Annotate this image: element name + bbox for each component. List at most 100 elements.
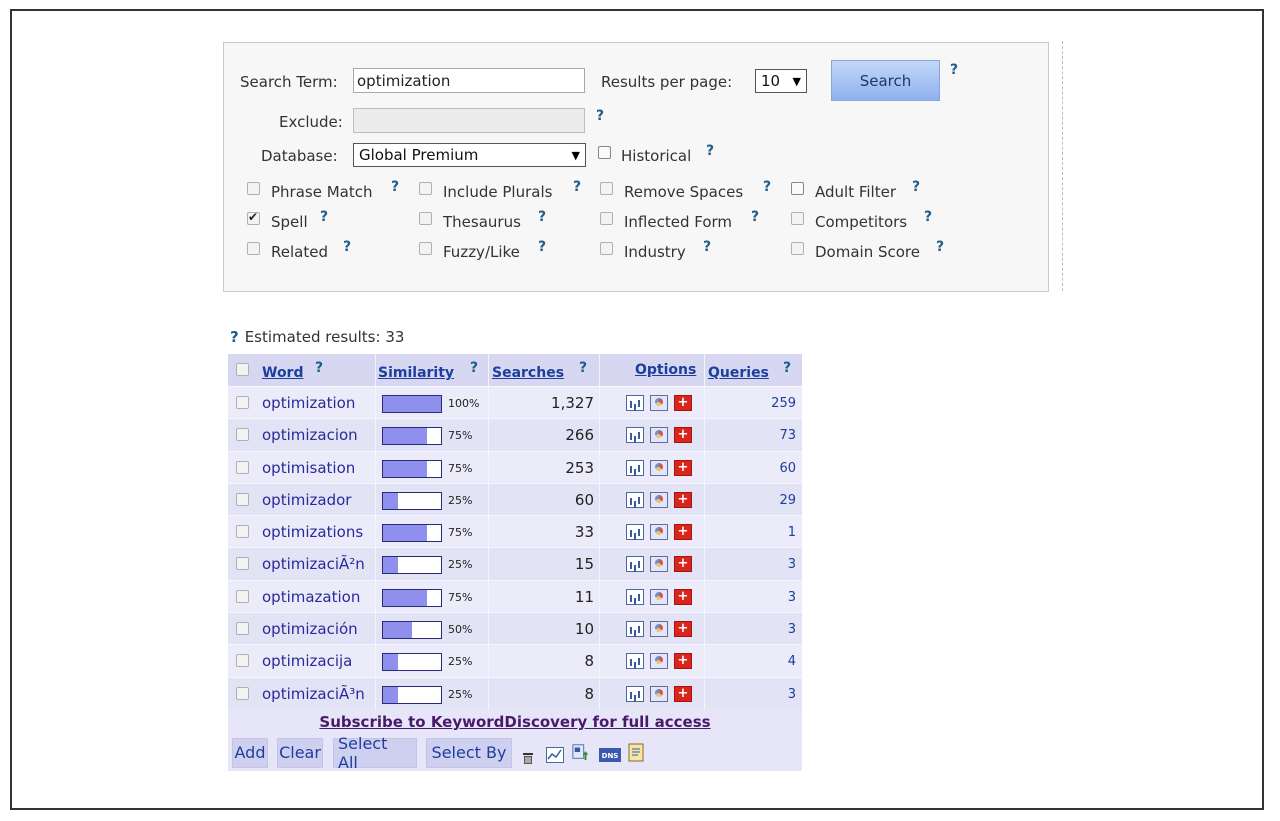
add-keyword-icon[interactable]: + [674, 621, 692, 638]
subscribe-link[interactable]: Subscribe to KeywordDiscovery for full a… [319, 713, 710, 731]
pie-chart-icon[interactable] [650, 685, 668, 702]
competitors-checkbox[interactable] [791, 212, 804, 225]
keyword-link[interactable]: optimization [262, 394, 355, 412]
results-per-page-select[interactable]: 10 ▼ [755, 69, 807, 93]
export-icon[interactable] [572, 741, 590, 763]
row-checkbox[interactable] [236, 654, 249, 668]
options-column-header[interactable]: Options [635, 362, 696, 378]
add-keyword-icon[interactable]: + [674, 427, 692, 444]
pie-chart-icon[interactable] [650, 395, 668, 411]
search-help-icon[interactable]: ? [950, 62, 958, 78]
pie-chart-icon[interactable] [650, 588, 668, 605]
thesaurus-help-icon[interactable]: ? [538, 209, 546, 225]
bar-chart-icon[interactable] [626, 556, 644, 573]
add-keyword-icon[interactable]: + [674, 556, 692, 573]
queries-column-header[interactable]: Queries [708, 365, 769, 381]
add-keyword-icon[interactable]: + [674, 491, 692, 508]
bar-chart-icon[interactable] [626, 524, 644, 541]
keyword-link[interactable]: optimizations [262, 523, 363, 541]
searches-help-icon[interactable]: ? [579, 360, 587, 376]
similarity-column-header[interactable]: Similarity [378, 365, 454, 381]
trash-icon[interactable] [521, 751, 535, 765]
row-checkbox[interactable] [236, 396, 249, 409]
queries-help-icon[interactable]: ? [783, 360, 791, 376]
thesaurus-checkbox[interactable] [419, 212, 432, 225]
pie-chart-icon[interactable] [650, 621, 668, 638]
domain-score-checkbox[interactable] [791, 242, 804, 255]
inflected-form-checkbox[interactable] [600, 212, 613, 225]
historical-checkbox[interactable] [598, 146, 611, 159]
word-column-header[interactable]: Word [262, 365, 304, 381]
adult-filter-checkbox[interactable] [791, 182, 804, 195]
pie-chart-icon[interactable] [650, 427, 668, 444]
notes-icon[interactable] [627, 743, 647, 763]
row-checkbox[interactable] [236, 686, 249, 700]
spell-checkbox[interactable] [247, 210, 260, 225]
remove-spaces-help-icon[interactable]: ? [763, 179, 771, 195]
related-checkbox[interactable] [247, 242, 260, 255]
database-select[interactable]: Global Premium ▼ [353, 143, 586, 167]
add-keyword-icon[interactable]: + [674, 459, 692, 476]
estimated-help-icon[interactable]: ? [230, 328, 239, 346]
pie-chart-icon[interactable] [650, 556, 668, 573]
fuzzy-like-checkbox[interactable] [419, 242, 432, 255]
add-keyword-icon[interactable]: + [674, 588, 692, 605]
inflected-form-help-icon[interactable]: ? [751, 209, 759, 225]
clear-button[interactable]: Clear [277, 737, 323, 768]
similarity-help-icon[interactable]: ? [470, 360, 478, 376]
pie-chart-icon[interactable] [650, 524, 668, 541]
dns-icon[interactable]: DNS [599, 747, 621, 763]
phrase-match-help-icon[interactable]: ? [391, 179, 399, 195]
row-checkbox[interactable] [236, 428, 249, 442]
pie-chart-icon[interactable] [650, 491, 668, 508]
phrase-match-checkbox[interactable] [247, 182, 260, 195]
industry-checkbox[interactable] [600, 242, 613, 255]
search-term-input[interactable] [353, 68, 585, 93]
select-by-button[interactable]: Select By [426, 737, 512, 768]
keyword-link[interactable]: optimizador [262, 491, 351, 509]
pie-chart-icon[interactable] [650, 653, 668, 670]
bar-chart-icon[interactable] [626, 621, 644, 638]
adult-filter-help-icon[interactable]: ? [912, 179, 920, 195]
keyword-link[interactable]: optimizacion [262, 426, 358, 444]
bar-chart-icon[interactable] [626, 459, 644, 476]
remove-spaces-checkbox[interactable] [600, 182, 613, 195]
industry-help-icon[interactable]: ? [703, 239, 711, 255]
related-help-icon[interactable]: ? [343, 239, 351, 255]
word-help-icon[interactable]: ? [315, 360, 323, 376]
add-keyword-icon[interactable]: + [674, 395, 692, 411]
pie-chart-icon[interactable] [650, 459, 668, 476]
add-button[interactable]: Add [232, 737, 268, 768]
row-checkbox[interactable] [236, 589, 249, 603]
fuzzy-like-help-icon[interactable]: ? [538, 239, 546, 255]
select-all-button[interactable]: Select All [333, 734, 417, 772]
searches-column-header[interactable]: Searches [492, 365, 564, 381]
include-plurals-help-icon[interactable]: ? [573, 179, 581, 195]
keyword-link[interactable]: optimisation [262, 459, 355, 477]
search-button[interactable]: Search [831, 60, 940, 101]
keyword-link[interactable]: optimizacija [262, 652, 352, 670]
include-plurals-checkbox[interactable] [419, 182, 432, 195]
keyword-link[interactable]: optimizaciÃ²n [262, 555, 365, 573]
historical-help-icon[interactable]: ? [706, 143, 714, 159]
row-checkbox[interactable] [236, 622, 249, 636]
line-chart-icon[interactable] [546, 746, 564, 763]
bar-chart-icon[interactable] [626, 588, 644, 605]
bar-chart-icon[interactable] [626, 395, 644, 411]
bar-chart-icon[interactable] [626, 427, 644, 444]
add-keyword-icon[interactable]: + [674, 524, 692, 541]
row-checkbox[interactable] [236, 557, 249, 571]
row-checkbox[interactable] [236, 460, 249, 474]
bar-chart-icon[interactable] [626, 685, 644, 702]
domain-score-help-icon[interactable]: ? [936, 239, 944, 255]
row-checkbox[interactable] [236, 492, 249, 506]
exclude-help-icon[interactable]: ? [596, 108, 604, 124]
add-keyword-icon[interactable]: + [674, 653, 692, 670]
row-checkbox[interactable] [236, 525, 249, 539]
exclude-input[interactable] [353, 108, 585, 133]
competitors-help-icon[interactable]: ? [924, 209, 932, 225]
spell-help-icon[interactable]: ? [320, 209, 328, 225]
select-all-checkbox[interactable] [236, 363, 249, 376]
keyword-link[interactable]: optimazation [262, 588, 360, 606]
bar-chart-icon[interactable] [626, 491, 644, 508]
